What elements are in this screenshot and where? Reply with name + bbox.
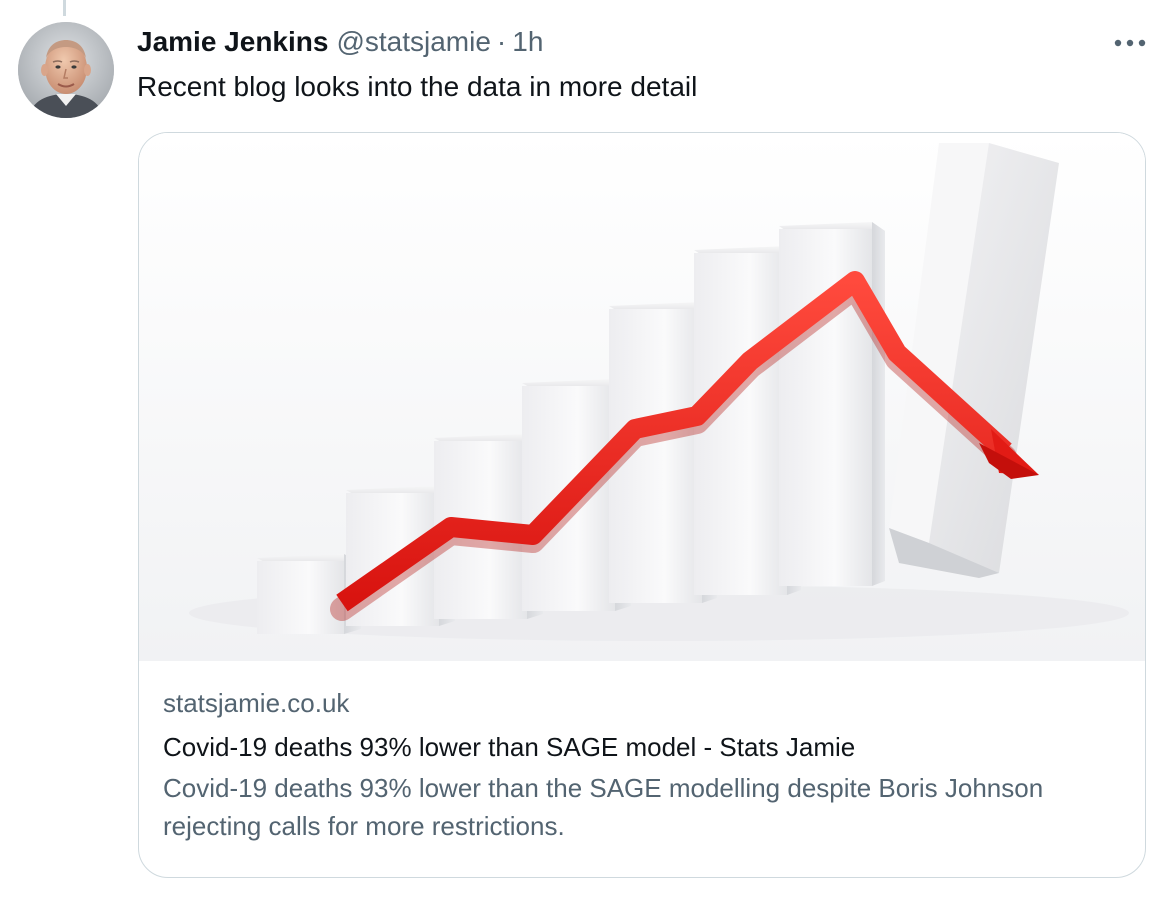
link-preview-card[interactable]: statsjamie.co.uk Covid-19 deaths 93% low… (138, 132, 1146, 878)
card-description: Covid-19 deaths 93% lower than the SAGE … (163, 773, 1044, 841)
tweet-header: Jamie Jenkins @statsjamie · 1h (137, 26, 543, 62)
bar-chart-illustration (139, 133, 1145, 661)
card-title: Covid-19 deaths 93% lower than SAGE mode… (163, 732, 856, 762)
thread-connector-line (63, 0, 66, 16)
bar-7 (779, 222, 885, 586)
author-display-name[interactable]: Jamie Jenkins (137, 26, 328, 58)
more-options-button[interactable] (1108, 28, 1152, 58)
card-domain: statsjamie.co.uk (163, 688, 350, 718)
header-separator: · (496, 26, 507, 57)
card-text-block: statsjamie.co.uk Covid-19 deaths 93% low… (163, 681, 1121, 845)
avatar[interactable] (18, 22, 114, 118)
tweet-timestamp[interactable]: 1h (512, 26, 543, 58)
profile-photo-icon (18, 22, 114, 118)
card-image[interactable] (139, 133, 1145, 661)
more-horizontal-icon (1114, 39, 1146, 47)
author-handle[interactable]: @statsjamie (336, 26, 490, 58)
tweet-text: Recent blog looks into the data in more … (137, 71, 698, 102)
